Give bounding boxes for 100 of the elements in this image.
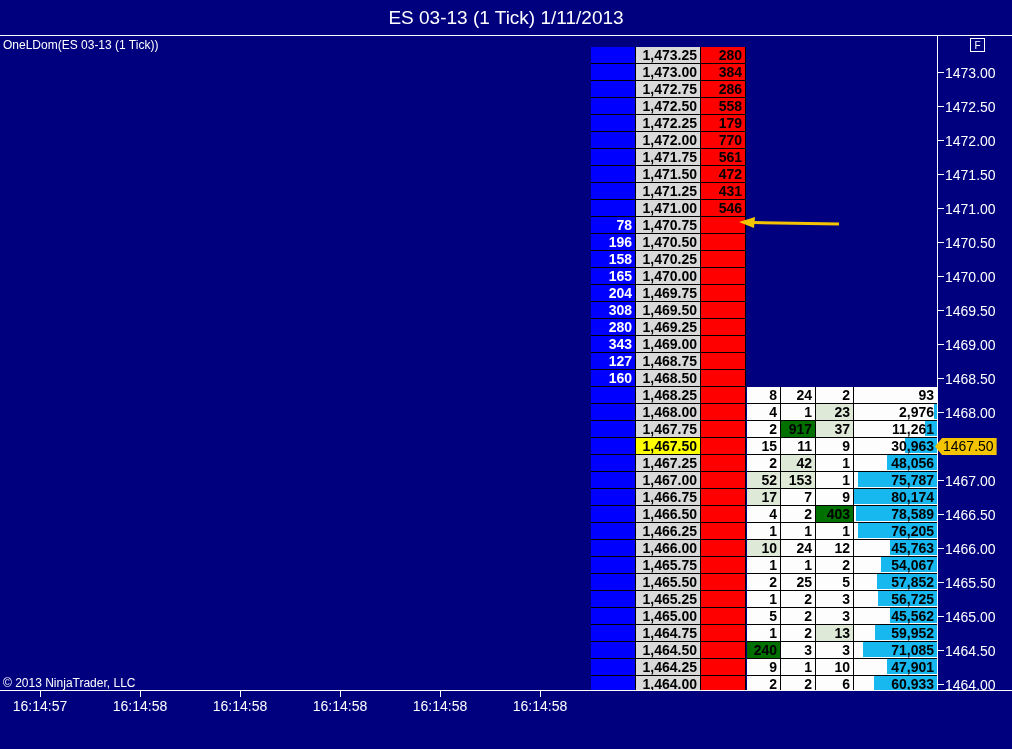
bid-cell — [591, 115, 636, 132]
bid-cell: 343 — [591, 336, 636, 353]
price-axis-label: 1469.00 — [944, 336, 996, 353]
bid-cell — [591, 625, 636, 642]
trade-cell: 25 — [781, 574, 816, 591]
bid-cell — [591, 166, 636, 183]
trade-cell: 240 — [747, 642, 781, 659]
trade-cell: 1 — [747, 557, 781, 574]
bid-cell — [591, 455, 636, 472]
bid-cell — [591, 659, 636, 676]
volume-value: 56,725 — [891, 591, 935, 607]
price-cell: 1,470.50 — [636, 234, 701, 251]
bid-cell — [591, 183, 636, 200]
ask-cell: 472 — [701, 166, 746, 183]
trade-cell: 23 — [816, 404, 854, 421]
volume-value: 59,952 — [891, 625, 935, 641]
trade-cell: 9 — [747, 659, 781, 676]
bid-cell — [591, 608, 636, 625]
price-axis-label: 1472.00 — [944, 132, 996, 149]
price-axis-label: 1470.00 — [944, 268, 996, 285]
bid-cell — [591, 642, 636, 659]
ask-cell — [701, 387, 746, 404]
ask-cell — [701, 608, 746, 625]
ask-cell — [701, 353, 746, 370]
bid-cell — [591, 523, 636, 540]
volume-value: 75,787 — [891, 472, 935, 488]
price-axis-label: 1472.50 — [944, 98, 996, 115]
trade-cell: 153 — [781, 472, 816, 489]
trade-cell: 917 — [781, 421, 816, 438]
bid-cell — [591, 557, 636, 574]
trade-cell: 15 — [747, 438, 781, 455]
volume-value: 2,976 — [898, 404, 935, 420]
price-cell: 1,471.75 — [636, 149, 701, 166]
price-cell: 1,466.75 — [636, 489, 701, 506]
price-cell: 1,467.00 — [636, 472, 701, 489]
price-cell: 1,471.00 — [636, 200, 701, 217]
time-axis-label: 16:14:58 — [312, 698, 368, 714]
volume-value: 47,901 — [891, 659, 935, 675]
trade-cell: 2 — [781, 625, 816, 642]
ask-cell — [701, 319, 746, 336]
ask-cell: 280 — [701, 47, 746, 64]
trade-cell: 1 — [816, 472, 854, 489]
price-cell: 1,466.00 — [636, 540, 701, 557]
trade-cell: 403 — [816, 506, 854, 523]
price-axis-label: 1469.50 — [944, 302, 996, 319]
price-axis-label: 1464.50 — [944, 642, 996, 659]
f-button[interactable]: F — [970, 38, 985, 52]
price-cell: 1,469.00 — [636, 336, 701, 353]
trade-cell: 8 — [747, 387, 781, 404]
price-cell: 1,464.75 — [636, 625, 701, 642]
price-axis-label: 1465.50 — [944, 574, 996, 591]
trade-cell: 13 — [816, 625, 854, 642]
trade-cell: 2 — [781, 506, 816, 523]
trade-cell: 4 — [747, 404, 781, 421]
indicator-label: OneLDom(ES 03-13 (1 Tick)) — [3, 38, 160, 52]
bid-cell — [591, 149, 636, 166]
ask-cell — [701, 336, 746, 353]
ask-cell — [701, 268, 746, 285]
trade-cell: 1 — [781, 659, 816, 676]
bid-cell — [591, 200, 636, 217]
trade-cell: 6 — [816, 676, 854, 690]
trade-cell: 17 — [747, 489, 781, 506]
bid-cell — [591, 81, 636, 98]
bid-cell: 158 — [591, 251, 636, 268]
ask-cell: 384 — [701, 64, 746, 81]
price-cell: 1,465.25 — [636, 591, 701, 608]
ask-cell — [701, 217, 746, 234]
price-cell: 1,469.50 — [636, 302, 701, 319]
trade-cell: 2 — [747, 421, 781, 438]
trade-cell: 3 — [781, 642, 816, 659]
price-axis-label: 1473.00 — [944, 64, 996, 81]
price-cell: 1,467.75 — [636, 421, 701, 438]
trade-cell: 5 — [816, 574, 854, 591]
time-axis-label: 16:14:58 — [112, 698, 168, 714]
ask-cell — [701, 574, 746, 591]
current-price-tag: 1467.50 — [935, 438, 997, 455]
price-cell: 1,470.00 — [636, 268, 701, 285]
bid-cell — [591, 472, 636, 489]
bid-cell: 160 — [591, 370, 636, 387]
bid-cell: 280 — [591, 319, 636, 336]
trade-cell: 2 — [747, 676, 781, 690]
trade-cell: 37 — [816, 421, 854, 438]
price-cell: 1,468.25 — [636, 387, 701, 404]
price-cell: 1,473.25 — [636, 47, 701, 64]
ask-cell — [701, 591, 746, 608]
price-cell: 1,470.75 — [636, 217, 701, 234]
price-cell: 1,466.50 — [636, 506, 701, 523]
bid-cell — [591, 47, 636, 64]
trade-cell: 11 — [781, 438, 816, 455]
ask-cell — [701, 557, 746, 574]
price-cell: 1,467.25 — [636, 455, 701, 472]
trade-cell: 1 — [747, 591, 781, 608]
trade-cell: 3 — [816, 642, 854, 659]
ask-cell: 286 — [701, 81, 746, 98]
price-cell: 1,465.00 — [636, 608, 701, 625]
price-cell: 1,468.50 — [636, 370, 701, 387]
ask-cell — [701, 676, 746, 690]
trade-cell: 1 — [747, 523, 781, 540]
volume-value: 54,067 — [891, 557, 935, 573]
ask-cell — [701, 506, 746, 523]
